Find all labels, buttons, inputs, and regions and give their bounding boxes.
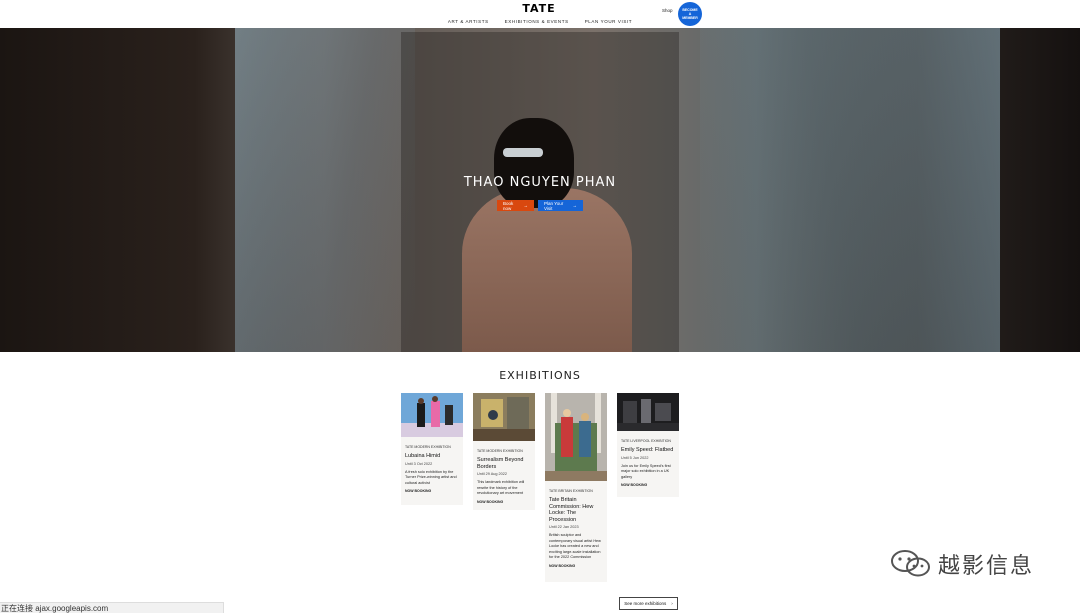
exhibition-image: [473, 393, 535, 441]
book-now-label: Book now: [503, 200, 514, 211]
shop-link[interactable]: Shop: [662, 8, 673, 13]
card-booking-status[interactable]: Now Booking: [549, 564, 603, 568]
card-venue: Tate Modern Exhibition: [405, 445, 451, 449]
card-dates: Until 5 Jun 2022: [621, 455, 649, 460]
hero-hairclip: [503, 148, 543, 157]
arrow-right-icon: →: [523, 203, 529, 208]
book-now-button[interactable]: Book now →: [497, 200, 534, 211]
site-header: TATE Art & Artists Exhibitions & Events …: [0, 0, 1080, 28]
nav-art-artists[interactable]: Art & Artists: [448, 19, 489, 24]
wechat-watermark: 越影信息: [890, 548, 1034, 580]
card-dates: Until 22 Jan 2023: [549, 525, 579, 529]
hero-buttons: Book now → Plan Your Visit →: [497, 200, 583, 211]
nav-plan-visit[interactable]: Plan your visit: [585, 19, 632, 24]
exhibition-image: [401, 393, 463, 437]
card-booking-status[interactable]: Now Booking: [621, 483, 675, 487]
mosquito-net-left: [235, 28, 415, 352]
browser-status-bar: 正在连接 ajax.googleapis.com: [0, 602, 224, 613]
card-title[interactable]: Tate Britain Commission: Hew Locke: The …: [549, 497, 603, 523]
wechat-icon: [891, 550, 930, 577]
card-venue: Tate Liverpool Exhibition: [621, 439, 671, 443]
card-description: British sculptor and contemporary visual…: [549, 533, 601, 559]
see-more-label: See more exhibitions: [624, 601, 667, 606]
chevron-right-icon: ›: [671, 601, 673, 606]
exhibition-card[interactable]: Tate Britain Exhibition Tate Britain Com…: [545, 393, 607, 582]
exhibition-card[interactable]: Tate Modern Exhibition Surrealism Beyond…: [473, 393, 535, 510]
tate-logo[interactable]: TATE: [522, 3, 556, 15]
see-more-exhibitions-button[interactable]: See more exhibitions ›: [619, 597, 678, 610]
card-dates: Until 29 Aug 2022: [477, 472, 507, 476]
card-booking-status[interactable]: Now Booking: [405, 489, 459, 493]
plan-visit-label: Plan Your Visit: [544, 200, 564, 211]
hero-banner: THAO NGUYEN PHAN Book now → Plan Your Vi…: [0, 28, 1080, 352]
plan-visit-button[interactable]: Plan Your Visit →: [538, 200, 583, 211]
exhibition-card[interactable]: Tate Liverpool Exhibition Emily Speed: F…: [617, 393, 679, 497]
card-booking-status[interactable]: Now Booking: [477, 500, 531, 504]
card-title[interactable]: Surrealism Beyond Borders: [477, 457, 531, 470]
watermark-text: 越影信息: [938, 554, 1035, 579]
exhibition-image: [545, 393, 607, 481]
arrow-right-icon: →: [572, 203, 578, 208]
hero-title: THAO NGUYEN PHAN: [463, 175, 617, 190]
card-venue: Tate Modern Exhibition: [477, 449, 523, 453]
exhibition-card[interactable]: Tate Modern Exhibition Lubaina Himid Unt…: [401, 393, 463, 505]
card-description: This landmark exhibition will rewrite th…: [477, 480, 525, 495]
nav-exhibitions-events[interactable]: Exhibitions & Events: [505, 19, 569, 24]
card-venue: Tate Britain Exhibition: [549, 489, 593, 493]
card-title[interactable]: Lubaina Himid: [405, 453, 459, 460]
card-description: Join us for Emily Speed's first major so…: [621, 463, 671, 479]
hero-figure-hair: [494, 118, 574, 208]
card-description: A fresh solo exhibition by the Turner Pr…: [405, 469, 457, 485]
main-nav: Art & Artists Exhibitions & Events Plan …: [0, 19, 1080, 24]
exhibition-image: [617, 393, 679, 431]
exhibitions-heading: EXHIBITIONS: [499, 369, 581, 382]
card-dates: Until 3 Oct 2022: [405, 461, 433, 466]
card-title[interactable]: Emily Speed: Flatbed: [621, 447, 675, 454]
hero-figure-body: [462, 188, 632, 352]
mosquito-net-right: [700, 28, 1000, 352]
become-member-button[interactable]: Become a member: [678, 2, 702, 26]
logo-text: TATE: [522, 2, 556, 15]
